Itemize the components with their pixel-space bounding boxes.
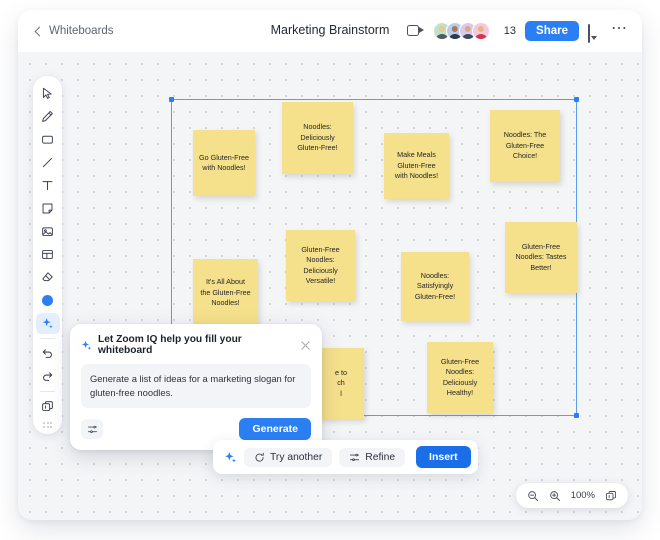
avatar-head — [464, 25, 472, 32]
shape-tool[interactable] — [36, 129, 60, 150]
generate-button[interactable]: Generate — [239, 418, 311, 441]
zoom-iq-tool[interactable] — [35, 313, 60, 334]
refine-button[interactable]: Refine — [339, 447, 406, 467]
zoom-out-button[interactable] — [524, 487, 542, 505]
share-button[interactable]: Share — [525, 21, 579, 41]
undo-button[interactable] — [36, 343, 60, 364]
refine-label: Refine — [365, 451, 396, 463]
dialog-header: Let Zoom IQ help you fill your whiteboar… — [81, 334, 311, 356]
avatar-head — [451, 25, 459, 32]
sparkle-icon — [225, 451, 236, 463]
pages-button-bottom[interactable] — [602, 487, 620, 505]
zoom-in-button[interactable] — [546, 487, 564, 505]
chat-bubble-icon[interactable] — [588, 23, 602, 43]
sticky-note[interactable]: Gluten-Free Noodles: Deliciously Healthy… — [427, 342, 493, 413]
whiteboard-app-window: Whiteboards Marketing Brainstorm 13 Shar… — [18, 10, 642, 520]
line-tool[interactable] — [36, 152, 60, 173]
pages-button[interactable] — [36, 396, 60, 417]
zoom-controls: 100% — [515, 483, 628, 508]
zoom-in-icon — [549, 490, 560, 501]
frame-tool[interactable] — [36, 244, 60, 265]
prompt-input[interactable]: Generate a list of ideas for a marketing… — [81, 364, 311, 409]
zoom-out-icon — [527, 490, 538, 501]
sticky-note[interactable]: e to ch l — [318, 348, 364, 419]
header-actions: 13 Share ⋯ — [406, 10, 628, 52]
toolbar-divider — [40, 338, 55, 339]
eraser-tool[interactable] — [36, 267, 60, 288]
image-tool[interactable] — [36, 221, 60, 242]
video-camera-icon[interactable] — [406, 24, 424, 38]
pages-stack-icon — [606, 490, 616, 500]
sticky-note[interactable]: Noodles: Satisfyingly Gluten-Free! — [401, 252, 469, 321]
pen-tool[interactable] — [36, 106, 60, 127]
avatar-head — [477, 25, 485, 32]
sticky-note[interactable]: Gluten-Free Noodles: Deliciously Versati… — [286, 230, 355, 301]
zoom-level-label[interactable]: 100% — [568, 490, 598, 501]
color-dot-icon — [42, 295, 53, 306]
left-toolbar — [33, 76, 62, 434]
color-picker-tool[interactable] — [36, 290, 60, 311]
grip-dots-icon[interactable] — [42, 418, 53, 429]
sliders-icon — [350, 453, 360, 461]
back-link-label: Whiteboards — [49, 25, 114, 37]
sticky-note[interactable]: Noodles: The Gluten-Free Choice! — [490, 110, 560, 182]
back-to-whiteboards-link[interactable]: Whiteboards — [34, 25, 114, 37]
zoom-iq-dialog: Let Zoom IQ help you fill your whiteboar… — [70, 324, 322, 451]
camera-body — [406, 25, 419, 36]
insert-button[interactable]: Insert — [416, 446, 471, 468]
text-tool[interactable] — [36, 175, 60, 196]
sticky-note-tool[interactable] — [36, 198, 60, 219]
avatar-body — [474, 34, 488, 39]
generation-action-bar: Try another Refine Insert — [213, 440, 478, 474]
dialog-footer: Generate — [81, 418, 311, 441]
selection-handle-bottom-right[interactable] — [574, 413, 579, 418]
refresh-icon — [255, 452, 264, 462]
try-another-label: Try another — [270, 451, 323, 463]
selection-handle-top-left[interactable] — [169, 97, 174, 102]
avatar[interactable] — [471, 22, 490, 40]
chat-bubble-tail — [591, 36, 597, 40]
try-another-button[interactable]: Try another — [244, 447, 333, 467]
sparkle-icon — [81, 340, 92, 350]
app-header: Whiteboards Marketing Brainstorm 13 Shar… — [18, 10, 642, 52]
sticky-note[interactable]: It's All About the Gluten-Free Noodles! — [193, 259, 258, 327]
camera-lens — [418, 27, 424, 33]
sticky-note[interactable]: Gluten-Free Noodles: Tastes Better! — [505, 222, 577, 293]
sticky-note[interactable]: Noodles: Deliciously Gluten-Free! — [282, 102, 353, 174]
close-icon[interactable] — [300, 340, 311, 351]
select-tool[interactable] — [36, 83, 60, 104]
chevron-left-icon — [34, 26, 45, 36]
selection-handle-top-right[interactable] — [574, 97, 579, 102]
prompt-settings-button[interactable] — [81, 419, 103, 440]
avatar-head — [438, 25, 446, 32]
more-options-icon[interactable]: ⋯ — [611, 20, 628, 38]
dialog-title: Let Zoom IQ help you fill your whiteboar… — [98, 334, 242, 356]
participant-avatars[interactable] — [432, 22, 490, 40]
redo-button[interactable] — [36, 366, 60, 387]
sliders-icon — [87, 425, 97, 433]
sticky-note[interactable]: Go Gluten-Free with Noodles! — [193, 130, 255, 196]
participant-count: 13 — [503, 25, 517, 37]
toolbar-divider — [40, 391, 55, 392]
whiteboard-canvas[interactable]: Go Gluten-Free with Noodles! Noodles: De… — [18, 52, 642, 520]
chat-bubble-body — [588, 23, 590, 43]
sticky-note[interactable]: Make Meals Gluten-Free with Noodles! — [384, 133, 449, 199]
